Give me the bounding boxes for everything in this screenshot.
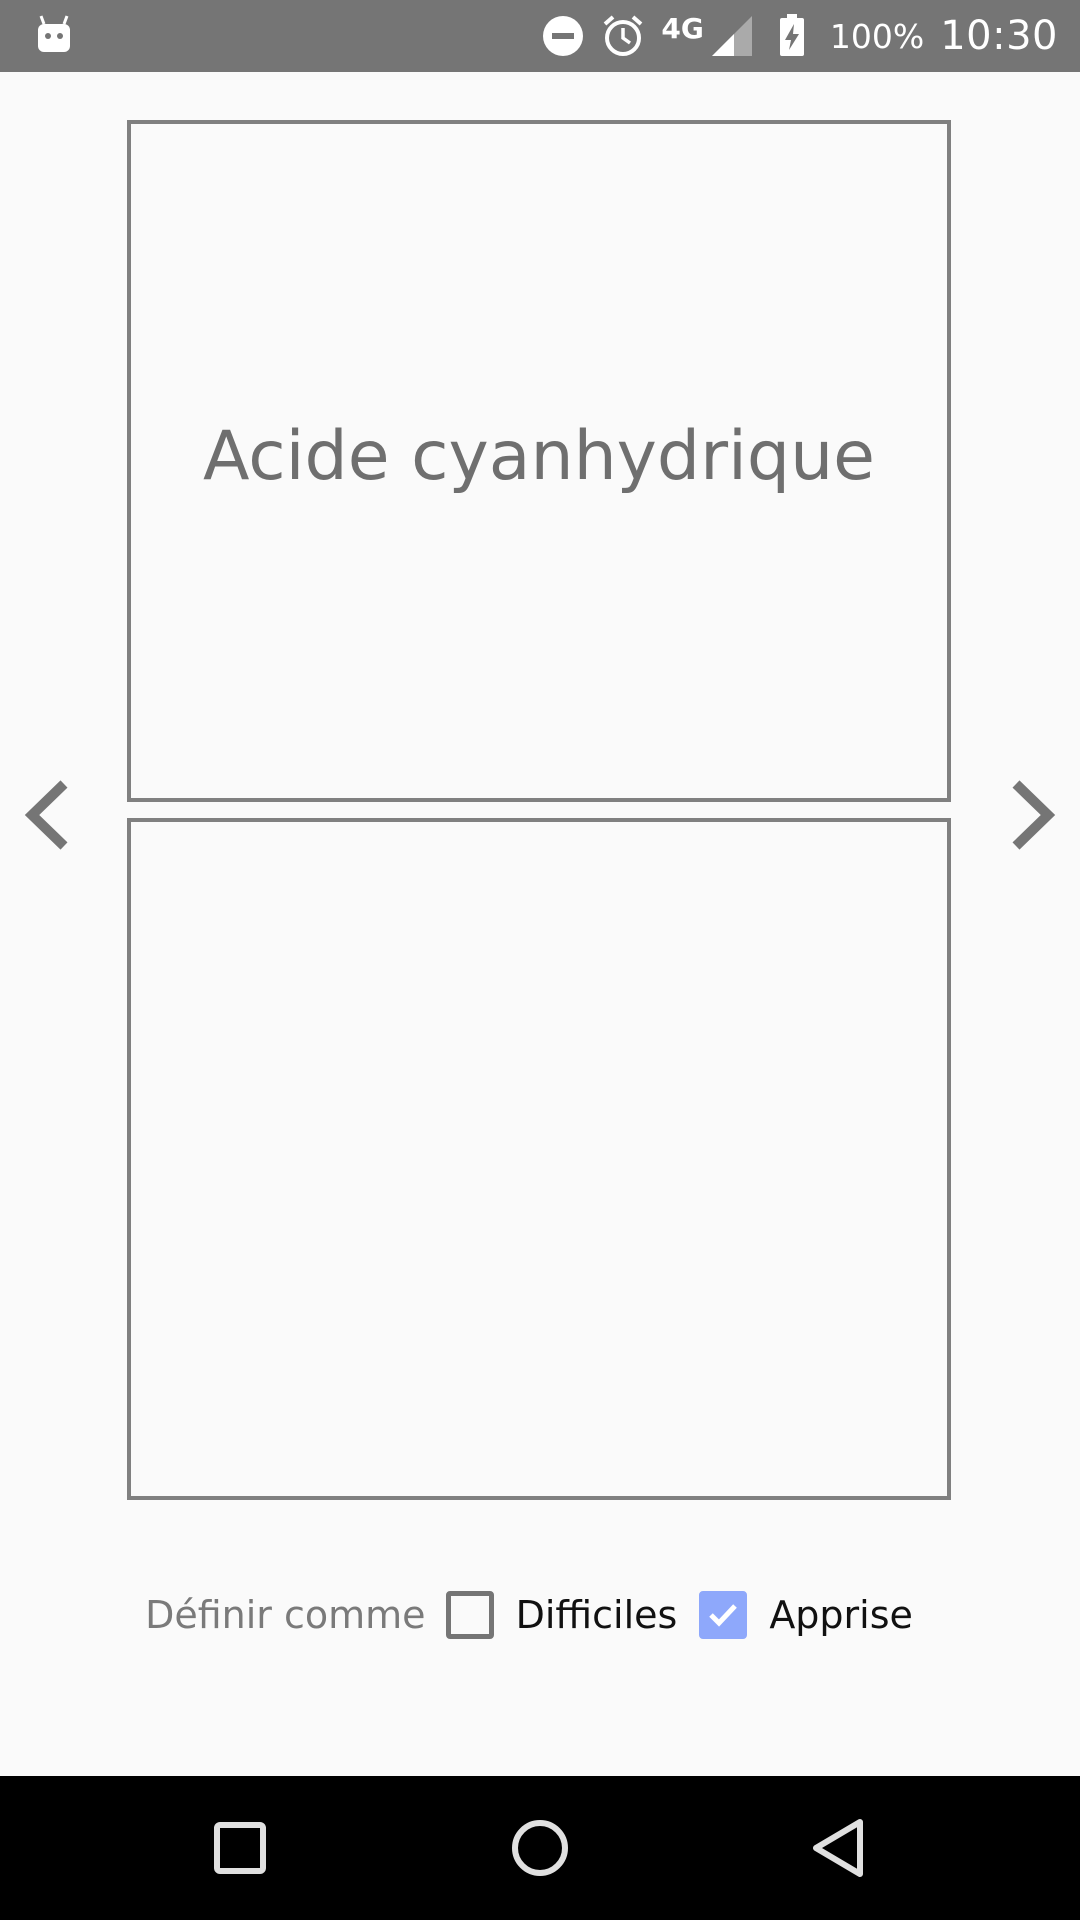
signal-icon [711, 16, 752, 56]
mark-as-label: Définir comme [145, 1593, 426, 1637]
flashcard-back[interactable] [127, 818, 951, 1500]
mark-as-row: Définir comme Difficiles Apprise [0, 1585, 1080, 1645]
recent-apps-button[interactable] [160, 1776, 320, 1920]
home-button[interactable] [460, 1776, 620, 1920]
clock: 10:30 [940, 13, 1058, 59]
learned-checkbox[interactable] [699, 1591, 748, 1639]
flashcard-term: Acide cyanhydrique [202, 416, 876, 496]
back-button[interactable] [760, 1776, 920, 1920]
status-bar: 4G 100% 10:30 [0, 0, 1080, 72]
difficult-label[interactable]: Difficiles [516, 1593, 678, 1637]
screen: 4G 100% 10:30 Acide cyanhydrique Définir… [0, 0, 1080, 1920]
system-nav-bar [0, 1776, 1080, 1920]
chevron-right-icon[interactable] [998, 770, 1062, 860]
battery-charging-icon [779, 14, 804, 56]
recent-apps-icon [214, 1822, 266, 1874]
android-debug-icon [38, 15, 70, 52]
check-icon [709, 1604, 738, 1627]
flashcard-front[interactable]: Acide cyanhydrique [127, 120, 951, 802]
learned-label[interactable]: Apprise [769, 1593, 913, 1637]
chevron-left-icon[interactable] [18, 770, 82, 860]
home-icon [512, 1820, 568, 1876]
back-icon [813, 1819, 863, 1877]
difficult-checkbox[interactable] [445, 1591, 494, 1639]
network-type: 4G [661, 11, 704, 45]
do-not-disturb-icon [543, 16, 584, 56]
battery-percent: 100% [829, 16, 925, 56]
status-icons: 4G 100% 10:30 [541, 0, 1058, 72]
alarm-icon [604, 15, 643, 56]
